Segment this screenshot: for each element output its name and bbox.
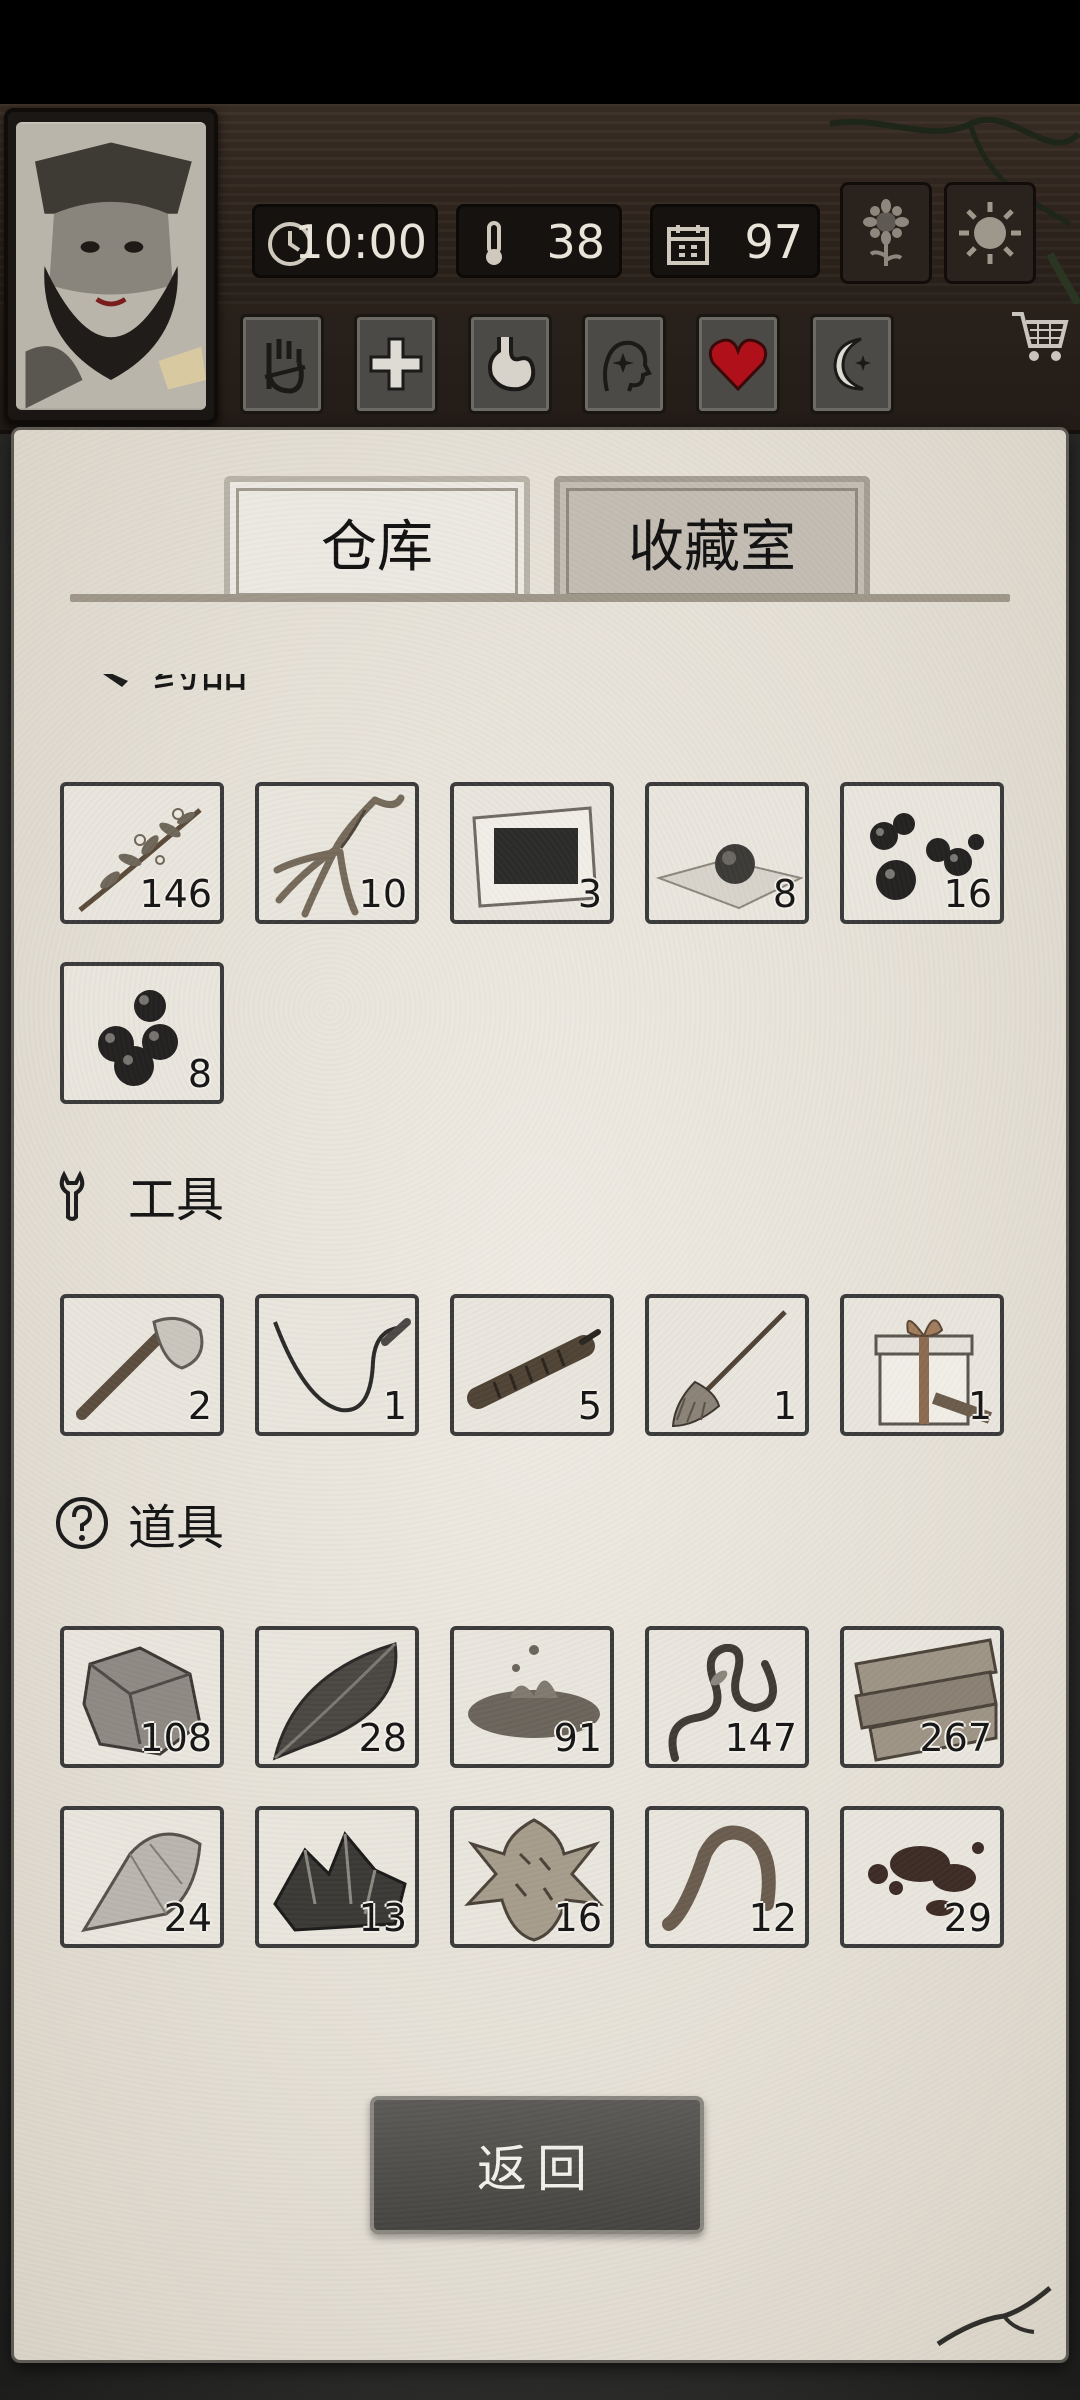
inventory-panel: 仓库 收藏室 药品 146 10 3 bbox=[14, 430, 1066, 2360]
wrench-icon bbox=[59, 1170, 85, 1221]
item-count: 16 bbox=[553, 1896, 602, 1940]
sun-icon bbox=[959, 202, 1021, 264]
item-count: 1 bbox=[382, 1384, 407, 1428]
item-slot[interactable]: 5 bbox=[450, 1294, 614, 1436]
bearded-man-portrait-icon bbox=[16, 123, 206, 409]
tab-warehouse[interactable]: 仓库 bbox=[224, 476, 530, 602]
item-slot[interactable]: 8 bbox=[60, 962, 224, 1104]
first-aid-cross-icon bbox=[369, 337, 423, 391]
item-count: 8 bbox=[187, 1052, 212, 1096]
item-count: 3 bbox=[577, 872, 602, 916]
status-hand-injury[interactable] bbox=[240, 314, 324, 414]
item-slot[interactable]: 8 bbox=[645, 782, 809, 924]
item-count: 16 bbox=[943, 872, 992, 916]
status-mind[interactable] bbox=[582, 314, 666, 414]
tab-warehouse-label: 仓库 bbox=[321, 514, 433, 580]
item-slot[interactable]: 1 bbox=[645, 1294, 809, 1436]
sunflower-button[interactable] bbox=[840, 182, 932, 284]
system-status-bar bbox=[0, 0, 1080, 104]
sunflower-icon bbox=[863, 199, 909, 266]
item-slot[interactable]: 29 bbox=[840, 1806, 1004, 1948]
portrait-frame bbox=[16, 122, 206, 410]
tab-collection-label: 收藏室 bbox=[628, 514, 796, 580]
tools-section-header: 工具 bbox=[54, 1160, 224, 1230]
item-slot[interactable]: 13 bbox=[255, 1806, 419, 1948]
item-slot[interactable]: 24 bbox=[60, 1806, 224, 1948]
item-count: 13 bbox=[358, 1896, 407, 1940]
item-count: 1 bbox=[967, 1384, 992, 1428]
item-count: 1 bbox=[772, 1384, 797, 1428]
shopping-cart-icon[interactable] bbox=[1008, 304, 1072, 368]
item-slot[interactable]: 91 bbox=[450, 1626, 614, 1768]
item-count: 5 bbox=[577, 1384, 602, 1428]
item-slot[interactable]: 2 bbox=[60, 1294, 224, 1436]
status-heart[interactable] bbox=[696, 314, 780, 414]
status-hunger[interactable] bbox=[468, 314, 552, 414]
item-count: 29 bbox=[943, 1896, 992, 1940]
item-slot[interactable]: 16 bbox=[840, 782, 1004, 924]
day-display: 97 bbox=[650, 204, 820, 278]
twig-decoration-icon bbox=[936, 2286, 1052, 2347]
time-display: 10:00 bbox=[252, 204, 438, 278]
temperature-display: 38 bbox=[456, 204, 622, 278]
item-slot[interactable]: 3 bbox=[450, 782, 614, 924]
props-section-header: 道具 bbox=[54, 1488, 224, 1558]
weather-button[interactable] bbox=[944, 182, 1036, 284]
time-value: 10:00 bbox=[294, 215, 427, 269]
item-count: 10 bbox=[358, 872, 407, 916]
item-count: 146 bbox=[139, 872, 212, 916]
hand-bandage-icon bbox=[264, 339, 306, 394]
question-mark-icon bbox=[56, 1497, 108, 1549]
item-slot[interactable]: 146 bbox=[60, 782, 224, 924]
item-count: 28 bbox=[358, 1716, 407, 1760]
medicine-section-label: 药品 bbox=[152, 674, 248, 700]
item-slot[interactable]: 108 bbox=[60, 1626, 224, 1768]
item-slot[interactable]: 267 bbox=[840, 1626, 1004, 1768]
stomach-icon bbox=[488, 337, 536, 392]
day-value: 97 bbox=[744, 215, 803, 269]
tab-collection[interactable]: 收藏室 bbox=[554, 476, 870, 602]
character-portrait[interactable] bbox=[4, 108, 218, 424]
back-button-label: 返回 bbox=[477, 2140, 597, 2198]
item-count: 12 bbox=[748, 1896, 797, 1940]
status-health[interactable] bbox=[354, 314, 438, 414]
item-count: 91 bbox=[553, 1716, 602, 1760]
medicine-section-header-clip: 药品 bbox=[54, 674, 454, 714]
status-sleep[interactable] bbox=[810, 314, 894, 414]
crescent-moon-icon bbox=[833, 337, 871, 391]
head-sparkle-icon bbox=[603, 340, 652, 392]
props-section-label: 道具 bbox=[128, 1500, 225, 1556]
item-slot[interactable]: 1 bbox=[255, 1294, 419, 1436]
item-slot[interactable]: 1 bbox=[840, 1294, 1004, 1436]
temperature-value: 38 bbox=[546, 215, 605, 269]
tab-divider bbox=[70, 594, 1010, 602]
item-slot[interactable]: 12 bbox=[645, 1806, 809, 1948]
item-slot[interactable]: 28 bbox=[255, 1626, 419, 1768]
back-button[interactable]: 返回 bbox=[370, 2096, 704, 2234]
calendar-icon bbox=[667, 225, 709, 265]
item-count: 147 bbox=[724, 1716, 797, 1760]
item-count: 8 bbox=[772, 872, 797, 916]
item-count: 108 bbox=[139, 1716, 212, 1760]
item-slot[interactable]: 16 bbox=[450, 1806, 614, 1948]
item-count: 24 bbox=[163, 1896, 212, 1940]
heart-icon bbox=[708, 338, 768, 392]
mortar-icon bbox=[103, 674, 128, 687]
thermometer-icon bbox=[486, 221, 502, 265]
item-slot[interactable]: 147 bbox=[645, 1626, 809, 1768]
item-count: 2 bbox=[187, 1384, 212, 1428]
item-slot[interactable]: 10 bbox=[255, 782, 419, 924]
tools-section-label: 工具 bbox=[128, 1172, 225, 1228]
medicine-section-header: 药品 bbox=[78, 674, 248, 700]
item-count: 267 bbox=[919, 1716, 992, 1760]
